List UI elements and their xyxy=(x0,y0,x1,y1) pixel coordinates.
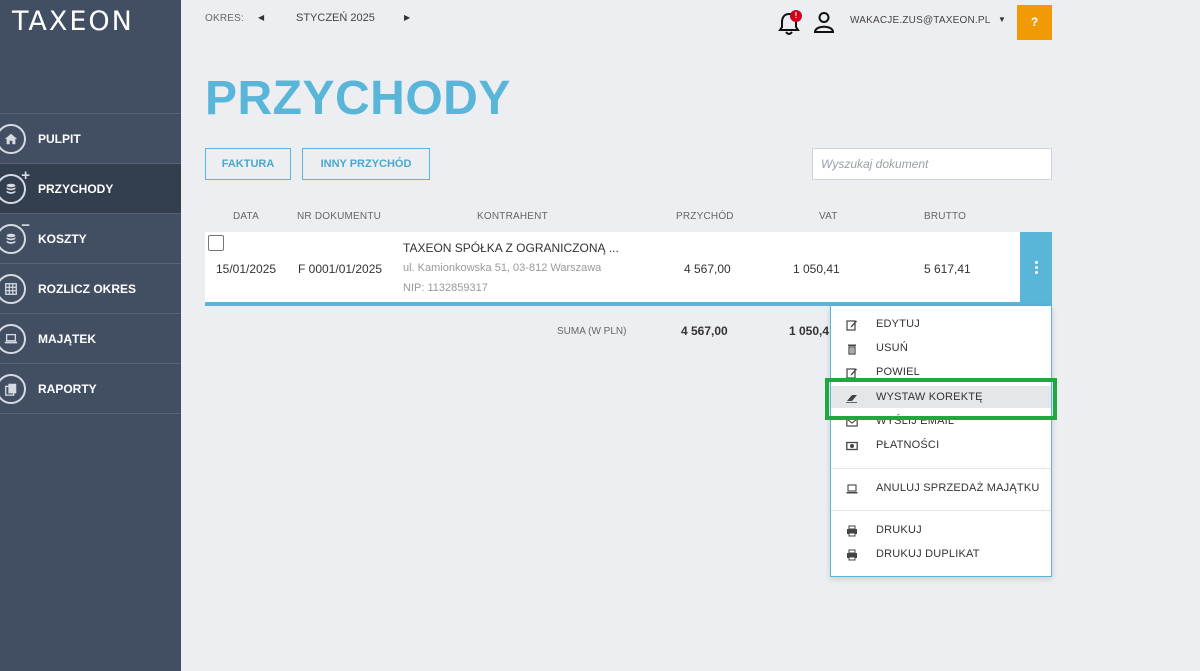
laptop-icon xyxy=(0,323,26,354)
column-header-nr-dokumentu: NR DOKUMENTU xyxy=(297,211,382,222)
menu-item-drukuj[interactable]: DRUKUJ xyxy=(831,519,1051,541)
coins-plus-icon: + xyxy=(0,168,30,204)
sidebar-item-rozlicz-okres[interactable]: ROZLICZ OKRES xyxy=(0,264,181,314)
next-period-arrow-icon[interactable]: ▶ xyxy=(404,13,410,22)
taxeon-logo[interactable]: TAXEON xyxy=(12,8,134,36)
menu-divider xyxy=(831,468,1051,469)
cell-data: 15/01/2025 xyxy=(216,262,277,276)
menu-item-label: POWIEL xyxy=(876,366,920,378)
sidebar-item-label: KOSZTY xyxy=(38,231,87,246)
sum-vat: 1 050,4 xyxy=(789,324,830,338)
prev-period-arrow-icon[interactable]: ◀ xyxy=(258,13,264,22)
search-input[interactable] xyxy=(812,148,1052,180)
sidebar-item-label: ROZLICZ OKRES xyxy=(38,281,136,296)
sidebar-item-raporty[interactable]: RAPORTY xyxy=(0,364,181,414)
cell-kontrahent-address: ul. Kamionkowska 51, 03-812 Warszawa xyxy=(403,262,602,274)
menu-item-label: DRUKUJ xyxy=(876,524,922,536)
printer-icon xyxy=(846,524,858,537)
sum-przychod: 4 567,00 xyxy=(681,324,728,338)
cell-kontrahent: TAXEON SPÓŁKA Z OGRANICZONĄ ... xyxy=(403,241,619,255)
row-checkbox[interactable] xyxy=(208,235,224,251)
sidebar-item-koszty[interactable]: − KOSZTY xyxy=(0,214,181,264)
menu-divider xyxy=(831,510,1051,511)
column-header-brutto: BRUTTO xyxy=(924,211,967,222)
cell-brutto: 5 617,41 xyxy=(924,262,971,276)
menu-item-label: USUŃ xyxy=(876,342,908,354)
sidebar-item-label: RAPORTY xyxy=(38,381,97,396)
cell-kontrahent-nip: NIP: 1132859317 xyxy=(403,282,488,294)
menu-item-edytuj[interactable]: EDYTUJ xyxy=(831,313,1051,335)
menu-item-anuluj-sprzedaz-majatku[interactable]: ANULUJ SPRZEDAŻ MAJĄTKU xyxy=(831,477,1051,499)
column-header-przychod: PRZYCHÓD xyxy=(676,211,734,222)
menu-item-usun[interactable]: USUŃ xyxy=(831,337,1051,359)
grid-icon xyxy=(0,273,26,304)
page-title: PRZYCHODY xyxy=(205,72,511,125)
cell-vat: 1 050,41 xyxy=(793,262,840,276)
sidebar-item-label: PULPIT xyxy=(38,131,81,146)
sidebar-item-pulpit[interactable]: PULPIT xyxy=(0,114,181,164)
column-header-kontrahent: KONTRAHENT xyxy=(477,211,548,222)
sidebar-item-przychody[interactable]: + PRZYCHODY xyxy=(0,164,181,214)
chevron-down-icon[interactable]: ▼ xyxy=(998,15,1006,24)
menu-item-platnosci[interactable]: PŁATNOŚCI xyxy=(831,434,1051,456)
cell-nr-dokumentu: F 0001/01/2025 xyxy=(298,262,383,276)
user-email[interactable]: WAKACJE.ZUS@TAXEON.PL xyxy=(850,15,990,26)
home-icon xyxy=(0,123,26,154)
sidebar-item-label: MAJĄTEK xyxy=(38,331,97,346)
column-header-vat: VAT xyxy=(819,211,838,222)
highlight-annotation-box xyxy=(825,378,1057,420)
notification-badge: ! xyxy=(790,10,802,22)
sidebar-item-label: PRZYCHODY xyxy=(38,181,114,196)
okres-label: OKRES: xyxy=(205,13,244,24)
okres-value: STYCZEŃ 2025 xyxy=(296,12,375,24)
printer-icon xyxy=(846,548,858,561)
sidebar: TAXEON PULPIT + PRZYCHODY − KOSZTY ROZLI… xyxy=(0,0,181,671)
edit-icon xyxy=(846,318,858,331)
trash-icon xyxy=(846,342,858,355)
inny-przychod-button[interactable]: INNY PRZYCHÓD xyxy=(302,148,430,180)
row-actions-menu: EDYTUJ USUŃ POWIEL WYSTAW KOREKTĘ WYŚLIJ… xyxy=(830,306,1052,577)
help-button[interactable]: ? xyxy=(1017,5,1052,40)
sidebar-item-majatek[interactable]: MAJĄTEK xyxy=(0,314,181,364)
faktura-button[interactable]: FAKTURA xyxy=(205,148,291,180)
row-actions-kebab-icon[interactable] xyxy=(1020,232,1052,302)
table-row[interactable]: 15/01/2025 F 0001/01/2025 TAXEON SPÓŁKA … xyxy=(205,232,1052,306)
duplicate-icon xyxy=(846,366,858,379)
menu-item-label: EDYTUJ xyxy=(876,318,920,330)
money-icon xyxy=(846,439,858,451)
cell-przychod: 4 567,00 xyxy=(684,262,731,276)
coins-minus-icon: − xyxy=(0,218,30,254)
laptop-icon xyxy=(846,482,858,494)
documents-icon xyxy=(0,373,26,404)
menu-item-label: PŁATNOŚCI xyxy=(876,439,940,451)
menu-item-label: ANULUJ SPRZEDAŻ MAJĄTKU xyxy=(876,482,1040,494)
user-icon[interactable] xyxy=(813,11,835,33)
sum-label: SUMA (W PLN) xyxy=(557,326,627,337)
menu-item-label: DRUKUJ DUPLIKAT xyxy=(876,548,980,560)
column-header-data: DATA xyxy=(233,211,259,222)
sidebar-nav: PULPIT + PRZYCHODY − KOSZTY ROZLICZ OKRE… xyxy=(0,113,181,414)
menu-item-drukuj-duplikat[interactable]: DRUKUJ DUPLIKAT xyxy=(831,543,1051,565)
